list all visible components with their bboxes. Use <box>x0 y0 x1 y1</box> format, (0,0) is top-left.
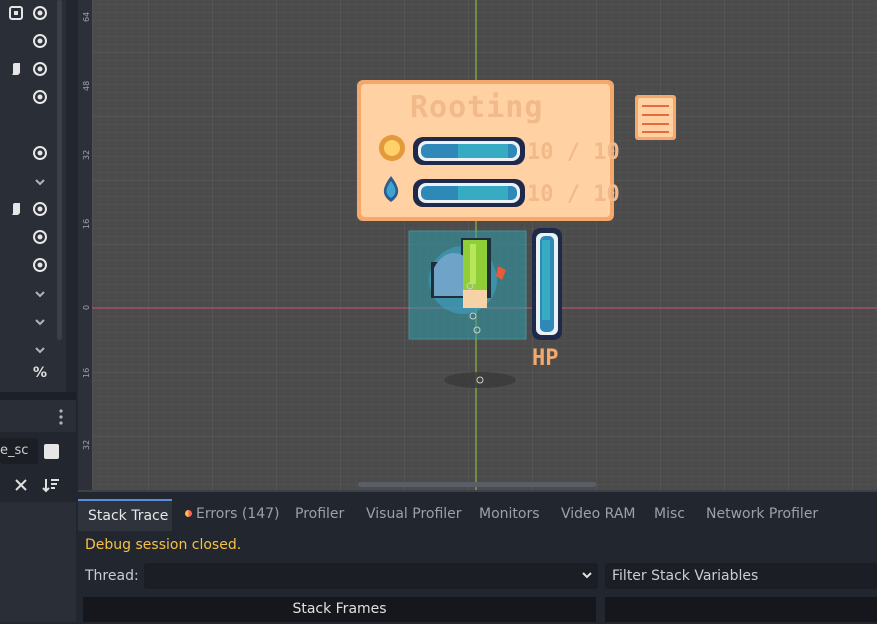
filesystem-list <box>0 502 76 622</box>
ruler-mark: 16 <box>82 367 91 378</box>
viewport-horizontal-scrollbar[interactable] <box>358 482 596 487</box>
visibility-eye-icon[interactable] <box>32 201 48 217</box>
tree-row[interactable] <box>0 280 56 308</box>
visibility-eye-icon[interactable] <box>32 61 48 77</box>
filesystem-search-input[interactable]: e_sc <box>0 438 38 464</box>
tab-visual-profiler[interactable]: Visual Profiler <box>366 506 462 522</box>
chevron-down-icon[interactable] <box>32 313 48 329</box>
panel-separator[interactable] <box>0 392 76 400</box>
hud-title: Rooting <box>410 90 544 125</box>
ruler-mark: 32 <box>82 439 91 450</box>
chevron-down-icon[interactable] <box>32 173 48 189</box>
viewport-canvas <box>78 0 877 490</box>
chevron-down-icon[interactable] <box>32 341 48 357</box>
debugger-status-text: Debug session closed. <box>85 537 242 553</box>
script-icon[interactable] <box>8 61 24 77</box>
tab-monitors[interactable]: Monitors <box>479 506 540 522</box>
player-shadow <box>444 372 516 388</box>
tab-video-ram[interactable]: Video RAM <box>561 506 636 522</box>
tree-row[interactable] <box>0 196 56 224</box>
toggle-square-button[interactable] <box>44 444 59 459</box>
tab-errors[interactable]: Errors (147) <box>196 506 280 522</box>
thread-label: Thread: <box>85 568 139 584</box>
tree-row[interactable] <box>0 336 56 364</box>
tab-misc[interactable]: Misc <box>654 506 685 522</box>
script-icon[interactable] <box>8 201 24 217</box>
hud-bar2-text: 10 / 10 <box>527 182 620 207</box>
tree-row[interactable] <box>0 84 56 112</box>
menu-kebab-icon[interactable] <box>58 408 64 426</box>
visibility-eye-icon[interactable] <box>32 33 48 49</box>
tree-row[interactable] <box>0 140 56 168</box>
stack-frames-header: Stack Frames <box>83 597 596 622</box>
tab-stack-trace[interactable]: Stack Trace <box>78 499 172 531</box>
chevron-down-icon[interactable] <box>32 285 48 301</box>
stack-frames-title: Stack Frames <box>292 601 387 617</box>
tree-row[interactable] <box>0 56 56 84</box>
tab-profiler[interactable]: Profiler <box>295 506 344 522</box>
filter-stack-variables-input[interactable]: Filter Stack Variables <box>605 563 877 589</box>
sort-icon[interactable] <box>42 476 60 494</box>
filter-placeholder: Filter Stack Variables <box>612 568 759 584</box>
tab-label: Stack Trace <box>88 508 169 524</box>
hp-label: HP <box>532 346 559 371</box>
ruler-mark: 16 <box>82 218 91 229</box>
tree-row[interactable]: % <box>0 362 56 390</box>
stack-variables-panel <box>605 597 877 622</box>
visibility-eye-icon[interactable] <box>32 257 48 273</box>
thread-select[interactable] <box>144 563 598 589</box>
error-warning-icon <box>185 510 192 517</box>
hud-bar1-text: 10 / 10 <box>527 140 620 165</box>
hud-menu-icon <box>635 95 676 140</box>
scene-tree-scrollbar[interactable] <box>57 0 62 340</box>
node-2d-icon <box>9 6 23 20</box>
filesystem-header <box>0 400 76 432</box>
ruler-mark: 64 <box>82 11 91 22</box>
tree-row[interactable] <box>0 168 56 196</box>
tree-row[interactable] <box>0 308 56 336</box>
percent-label[interactable]: % <box>33 365 47 381</box>
tree-row[interactable] <box>0 0 56 28</box>
canvas-viewport[interactable]: Rooting 10 / 10 10 / 10 HP <box>78 0 877 490</box>
tree-row[interactable] <box>0 252 56 280</box>
visibility-eye-icon[interactable] <box>32 5 48 21</box>
visibility-eye-icon[interactable] <box>32 89 48 105</box>
close-icon[interactable] <box>12 476 30 494</box>
visibility-eye-icon[interactable] <box>32 229 48 245</box>
visibility-eye-icon[interactable] <box>32 145 48 161</box>
hp-bar <box>532 228 562 340</box>
tree-row[interactable] <box>0 224 56 252</box>
tab-network-profiler[interactable]: Network Profiler <box>706 506 818 522</box>
ruler-mark: 48 <box>82 80 91 91</box>
chevron-down-icon[interactable] <box>580 568 594 582</box>
ruler-mark: 32 <box>82 149 91 160</box>
vertical-ruler[interactable]: 64 48 32 16 0 16 32 <box>78 0 92 490</box>
tree-row[interactable] <box>0 28 56 56</box>
ruler-mark: 0 <box>82 304 91 310</box>
